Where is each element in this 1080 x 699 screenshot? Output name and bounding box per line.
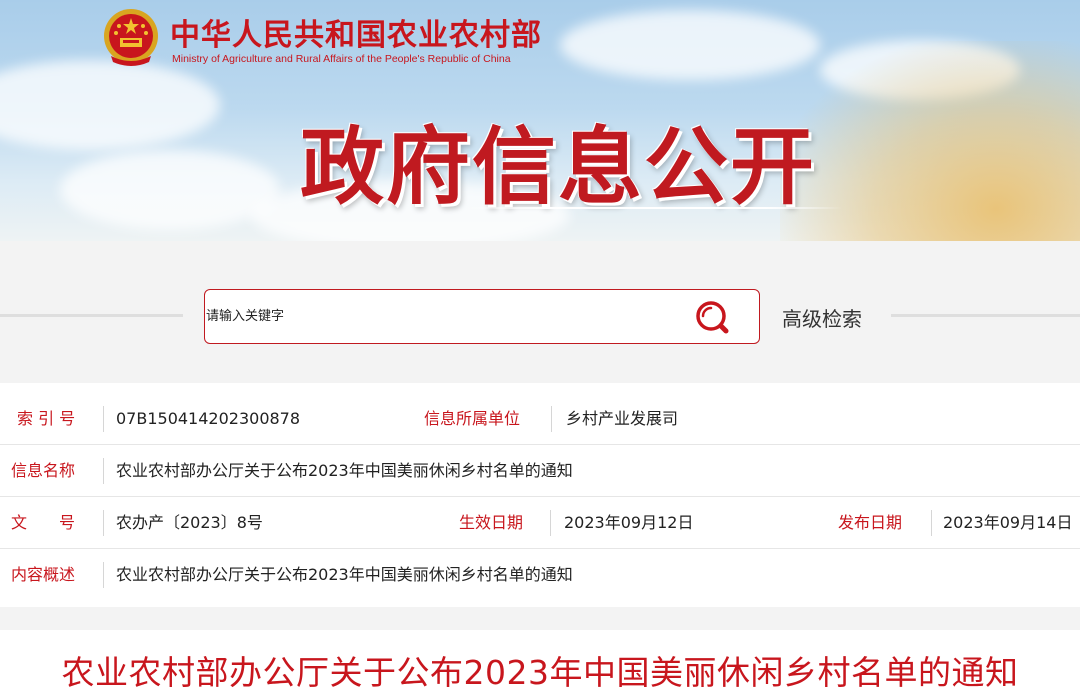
column-divider xyxy=(103,510,104,536)
search-box[interactable] xyxy=(204,289,760,344)
search-area: 高级检索 xyxy=(0,241,1080,383)
banner-cloud xyxy=(60,150,280,230)
effective-date-label: 生效日期 xyxy=(459,513,524,532)
divider-right xyxy=(891,314,1080,317)
publish-date-label: 发布日期 xyxy=(838,513,903,532)
index-label: 索 引 号 xyxy=(17,409,76,428)
meta-row-index: 索 引 号 07B150414202300878 信息所属单位 乡村产业发展司 xyxy=(0,393,1080,445)
summary-value: 农业农村部办公厅关于公布2023年中国美丽休闲乡村名单的通知 xyxy=(116,565,573,584)
ministry-name-en[interactable]: Ministry of Agriculture and Rural Affair… xyxy=(172,53,511,65)
banner-cloud xyxy=(0,60,220,150)
document-metadata: 索 引 号 07B150414202300878 信息所属单位 乡村产业发展司 … xyxy=(0,383,1080,607)
meta-row-doc: 文 号 农办产〔2023〕8号 生效日期 2023年09月12日 发布日期 20… xyxy=(0,497,1080,549)
name-value: 农业农村部办公厅关于公布2023年中国美丽休闲乡村名单的通知 xyxy=(116,461,573,480)
search-input[interactable] xyxy=(205,290,676,342)
column-divider xyxy=(550,510,551,536)
summary-label: 内容概述 xyxy=(11,565,76,584)
section-gap xyxy=(0,607,1080,630)
meta-row-summary: 内容概述 农业农村部办公厅关于公布2023年中国美丽休闲乡村名单的通知 xyxy=(0,549,1080,601)
wheat-decoration xyxy=(780,41,1080,241)
advanced-search-link[interactable]: 高级检索 xyxy=(782,303,862,332)
unit-value: 乡村产业发展司 xyxy=(566,409,679,428)
column-divider xyxy=(103,406,104,432)
unit-label: 信息所属单位 xyxy=(424,409,521,428)
meta-row-name: 信息名称 农业农村部办公厅关于公布2023年中国美丽休闲乡村名单的通知 xyxy=(0,445,1080,497)
search-icon[interactable] xyxy=(693,298,733,338)
publish-date-value: 2023年09月14日 xyxy=(943,513,1073,532)
column-divider xyxy=(103,458,104,484)
national-emblem-icon[interactable] xyxy=(101,6,161,68)
divider-left xyxy=(0,314,183,317)
article-title: 农业农村部办公厅关于公布2023年中国美丽休闲乡村名单的通知 xyxy=(61,653,1019,692)
banner-title: 政府信息公开 xyxy=(300,118,817,216)
banner-underline xyxy=(462,207,842,209)
name-label: 信息名称 xyxy=(11,461,76,480)
header-banner: 中华人民共和国农业农村部 Ministry of Agriculture and… xyxy=(0,0,1080,241)
column-divider xyxy=(103,562,104,588)
doc-number-value: 农办产〔2023〕8号 xyxy=(116,513,263,532)
column-divider xyxy=(551,406,552,432)
effective-date-value: 2023年09月12日 xyxy=(564,513,694,532)
column-divider xyxy=(931,510,932,536)
index-value: 07B150414202300878 xyxy=(116,409,301,428)
ministry-name-cn[interactable]: 中华人民共和国农业农村部 xyxy=(170,10,542,54)
article-header: 农业农村部办公厅关于公布2023年中国美丽休闲乡村名单的通知 xyxy=(0,630,1080,699)
doc-number-label: 文 号 xyxy=(11,513,76,532)
